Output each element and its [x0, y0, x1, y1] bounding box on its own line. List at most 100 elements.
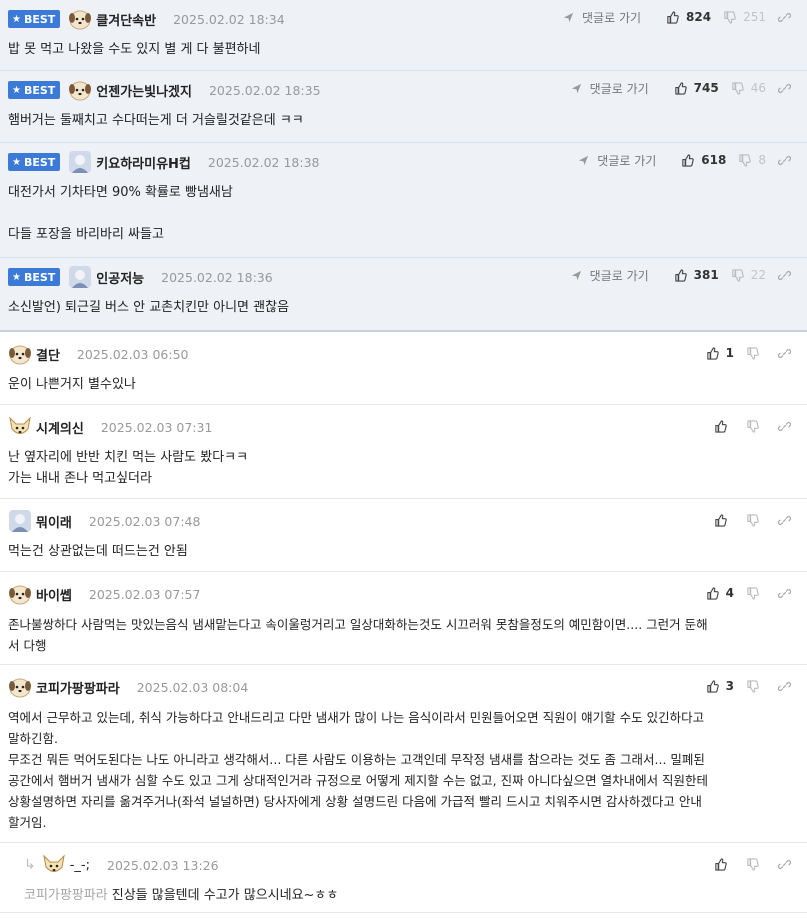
comment-text: 먹는건 상관없는데 떠드는건 안됨	[8, 544, 188, 559]
comment-author[interactable]: 언젠가는빛나겠지	[96, 81, 192, 100]
photo-avatar-icon[interactable]	[68, 150, 92, 174]
comment-section: ★ BEST 클겨단속반 2025.02.02 18:34 댓글로 가기 824 …	[0, 0, 807, 918]
puppy-icon[interactable]	[8, 342, 32, 366]
best-badge: ★ BEST	[8, 10, 61, 28]
dislike-button[interactable]	[746, 679, 766, 693]
comment: 바이쎕 2025.02.03 07:57 4 존나불쌍하다 사람먹는 맛있는음식…	[0, 572, 807, 665]
puppy-icon[interactable]	[8, 582, 32, 606]
link-icon	[778, 269, 794, 282]
thumbs-down-icon	[731, 268, 747, 282]
link-icon	[778, 82, 794, 95]
comment-date: 2025.02.03 07:31	[100, 419, 213, 435]
thumbs-up-icon	[706, 679, 722, 693]
thumbs-down-icon	[746, 346, 762, 360]
comment-text: 역에서 근무하고 있는데, 취식 가능하다고 안내드리고 다만 냄새가 많이 나…	[8, 710, 709, 830]
comment-date: 2025.02.03 07:57	[88, 586, 201, 602]
link-button[interactable]	[778, 347, 798, 360]
like-button[interactable]: 745	[674, 81, 719, 95]
comment-text: 존나불쌍하다 사람먹는 맛있는음식 냄새맡는다고 속이울렁거리고 일상대화하는것…	[8, 617, 708, 653]
puppy-icon[interactable]	[68, 7, 92, 31]
link-button[interactable]	[778, 269, 798, 282]
comment-text: 난 옆자리에 반반 치킨 먹는 사람도 봤다ㅋㅋ 가는 내내 존나 먹고싶더라	[8, 450, 249, 486]
dislike-button[interactable]: 251	[723, 10, 766, 24]
comment-author[interactable]: 코피가팡팡파라	[36, 678, 120, 697]
like-button[interactable]: 618	[681, 153, 726, 167]
dislike-button[interactable]	[746, 419, 766, 433]
thumbs-up-icon	[706, 346, 722, 360]
send-icon	[571, 270, 586, 281]
comment-author[interactable]: 클겨단속반	[96, 10, 156, 29]
link-button[interactable]	[778, 680, 798, 693]
dislike-button[interactable]: 22	[731, 268, 766, 282]
reply-text: 진상들 많을텐데 수고가 많으시네요~ㅎㅎ	[111, 888, 339, 903]
star-icon: ★	[12, 271, 21, 283]
like-button[interactable]: 381	[674, 268, 719, 282]
thumbs-down-icon	[738, 153, 754, 167]
best-comment: ★ BEST 인공저능 2025.02.02 18:36 댓글로 가기 381 2…	[0, 258, 807, 332]
puppy-icon[interactable]	[68, 78, 92, 102]
thumbs-up-icon	[681, 153, 697, 167]
thumbs-up-icon	[674, 268, 690, 282]
comment-date: 2025.02.03 08:04	[136, 679, 249, 695]
link-icon	[778, 420, 794, 433]
fox-icon[interactable]	[8, 415, 32, 439]
comment-author[interactable]: 바이쎕	[36, 585, 72, 604]
like-button[interactable]	[714, 513, 734, 527]
fox-icon[interactable]	[42, 853, 66, 877]
dislike-button[interactable]	[746, 346, 766, 360]
link-icon	[778, 514, 794, 527]
comment-author[interactable]: 시계의신	[36, 418, 84, 437]
link-icon	[778, 347, 794, 360]
comment-author[interactable]: 인공저능	[96, 268, 144, 287]
link-button[interactable]	[778, 587, 798, 600]
like-button[interactable]	[714, 419, 734, 433]
goto-comment-link[interactable]: 댓글로 가기	[578, 152, 656, 169]
goto-comment-link[interactable]: 댓글로 가기	[571, 80, 649, 97]
star-icon: ★	[12, 156, 21, 168]
best-badge: ★ BEST	[8, 268, 61, 286]
puppy-icon[interactable]	[8, 675, 32, 699]
thumbs-up-icon	[714, 513, 730, 527]
comment-author[interactable]: -_-;	[70, 858, 90, 873]
goto-comment-link[interactable]: 댓글로 가기	[571, 267, 649, 284]
thumbs-up-icon	[706, 586, 722, 600]
dislike-button[interactable]	[746, 586, 766, 600]
comment-text: 소신발언) 퇴근길 버스 안 교촌치킨만 아니면 괜찮음	[8, 300, 290, 315]
goto-comment-link[interactable]: 댓글로 가기	[563, 9, 641, 26]
comment-author[interactable]: 뭐이래	[36, 512, 72, 531]
comment-text: 햄버거는 둘째치고 수다떠는게 더 거슬릴것같은데 ㅋㅋ	[8, 113, 304, 128]
dislike-button[interactable]	[746, 857, 766, 871]
best-comment: ★ BEST 클겨단속반 2025.02.02 18:34 댓글로 가기 824 …	[0, 0, 807, 71]
link-button[interactable]	[778, 154, 798, 167]
link-icon	[778, 154, 794, 167]
link-button[interactable]	[778, 11, 798, 24]
dislike-button[interactable]	[746, 513, 766, 527]
comment-author[interactable]: 키요하라미유H컵	[96, 153, 191, 172]
thumbs-down-icon	[723, 10, 739, 24]
link-button[interactable]	[778, 514, 798, 527]
mention-link[interactable]: 코피가팡팡파라	[24, 888, 108, 903]
comment-text: 대전가서 기차타면 90% 확률로 빵냄새남 다들 포장을 바리바리 싸들고	[8, 185, 233, 242]
reply-comment: ↳ -_-; 2025.02.03 13:26 코피가팡팡파라 진상들 많을텐데 …	[0, 843, 807, 913]
link-button[interactable]	[778, 82, 798, 95]
star-icon: ★	[12, 84, 21, 96]
comment-text: 운이 나쁜거지 별수있나	[8, 377, 136, 392]
like-button[interactable]: 1	[706, 346, 734, 360]
link-button[interactable]	[778, 420, 798, 433]
photo-avatar-icon[interactable]	[68, 265, 92, 289]
thumbs-down-icon	[746, 586, 762, 600]
like-button[interactable]	[714, 857, 734, 871]
dislike-button[interactable]: 46	[731, 81, 766, 95]
photo-avatar-icon[interactable]	[8, 509, 32, 533]
comment-list: 결단 2025.02.03 06:50 1 운이 나쁜거지 별수있나 시계의신 …	[0, 332, 807, 913]
like-button[interactable]: 3	[706, 679, 734, 693]
link-button[interactable]	[778, 858, 798, 871]
comment-date: 2025.02.02 18:36	[161, 269, 273, 285]
best-comment: ★ BEST 언젠가는빛나겠지 2025.02.02 18:35 댓글로 가기 7…	[0, 71, 807, 143]
comment-author[interactable]: 결단	[36, 345, 60, 364]
like-button[interactable]: 824	[666, 10, 711, 24]
dislike-button[interactable]: 8	[738, 153, 766, 167]
comment-date: 2025.02.03 07:48	[88, 513, 201, 529]
like-button[interactable]: 4	[706, 586, 734, 600]
best-comment-list: ★ BEST 클겨단속반 2025.02.02 18:34 댓글로 가기 824 …	[0, 0, 807, 332]
